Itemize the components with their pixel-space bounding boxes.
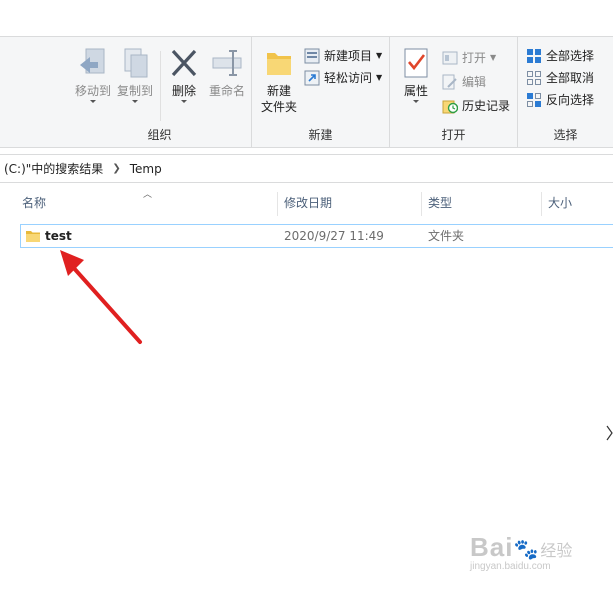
select-none-button[interactable]: 全部取消 xyxy=(526,69,594,86)
chevron-down-icon: ▼ xyxy=(376,51,383,60)
ribbon: 移动到 复制到 删除 重命名 组织 新建 文件夹 新建项目 ▼ 轻松访问 ▼ 新… xyxy=(0,36,613,148)
copy-to-button[interactable]: 复制到 xyxy=(114,47,156,103)
column-type[interactable]: 类型 xyxy=(428,190,528,216)
move-to-icon xyxy=(80,48,105,74)
group-new: 新建 文件夹 新建项目 ▼ 轻松访问 ▼ 新建 xyxy=(252,37,390,147)
group-open: 属性 打开 ▼ 编辑 历史记录 打开 xyxy=(390,37,518,147)
organize-group-label: 组织 xyxy=(147,128,172,142)
column-modified[interactable]: 修改日期 xyxy=(284,190,414,216)
group-organize: 移动到 复制到 删除 重命名 组织 xyxy=(68,37,252,147)
select-all-button[interactable]: 全部选择 xyxy=(526,47,594,64)
select-none-icon xyxy=(527,70,541,85)
cursor-icon xyxy=(606,425,613,441)
delete-button[interactable]: 删除 xyxy=(164,47,204,103)
new-item-button[interactable]: 新建项目 ▼ xyxy=(304,47,382,64)
file-modified: 2020/9/27 11:49 xyxy=(284,229,384,243)
annotation-arrow-icon xyxy=(60,250,142,344)
new-folder-icon xyxy=(267,53,291,75)
column-divider[interactable] xyxy=(277,192,278,216)
new-folder-button[interactable]: 新建 文件夹 xyxy=(258,47,300,115)
breadcrumb-search-results[interactable]: (C:)"中的搜索结果 xyxy=(4,160,103,177)
folder-icon xyxy=(26,231,40,242)
edit-button[interactable]: 编辑 xyxy=(442,73,486,90)
column-size[interactable]: 大小 xyxy=(548,190,608,216)
group-select: 全部选择 全部取消 反向选择 选择 xyxy=(518,37,613,147)
invert-selection-button[interactable]: 反向选择 xyxy=(526,91,594,108)
breadcrumb-temp[interactable]: Temp xyxy=(130,162,162,176)
copy-to-icon xyxy=(124,48,148,78)
properties-button[interactable]: 属性 xyxy=(396,47,436,103)
easy-access-button[interactable]: 轻松访问 ▼ xyxy=(304,69,382,86)
invert-selection-icon xyxy=(527,92,541,107)
baidu-watermark: Bai🐾 经验 jingyan.baidu.com xyxy=(470,532,573,572)
column-name[interactable]: 名称 xyxy=(22,190,272,216)
chevron-down-icon: ▼ xyxy=(376,73,383,82)
new-group-label: 新建 xyxy=(308,128,333,142)
edit-icon xyxy=(442,74,457,89)
chevron-right-icon: ❯ xyxy=(112,163,121,174)
move-to-button[interactable]: 移动到 xyxy=(72,47,114,103)
column-divider[interactable] xyxy=(421,192,422,216)
open-icon xyxy=(442,51,458,64)
select-all-icon xyxy=(527,48,541,63)
new-item-icon xyxy=(304,48,320,63)
select-group-label: 选择 xyxy=(553,128,578,142)
rename-button[interactable]: 重命名 xyxy=(206,47,248,99)
open-group-label: 打开 xyxy=(441,128,466,142)
history-button[interactable]: 历史记录 xyxy=(442,97,510,114)
history-icon xyxy=(442,100,458,113)
properties-icon xyxy=(404,48,428,78)
rename-icon xyxy=(212,50,242,76)
column-divider[interactable] xyxy=(541,192,542,216)
file-type: 文件夹 xyxy=(428,229,465,243)
easy-access-icon xyxy=(304,70,320,85)
delete-x-icon xyxy=(171,49,197,77)
column-header-row: 名称 修改日期 类型 大小 xyxy=(0,190,613,216)
address-bar[interactable]: (C:)"中的搜索结果 ❯ Temp xyxy=(0,154,613,183)
open-button[interactable]: 打开 ▼ xyxy=(442,49,496,66)
chevron-down-icon: ▼ xyxy=(490,53,497,62)
